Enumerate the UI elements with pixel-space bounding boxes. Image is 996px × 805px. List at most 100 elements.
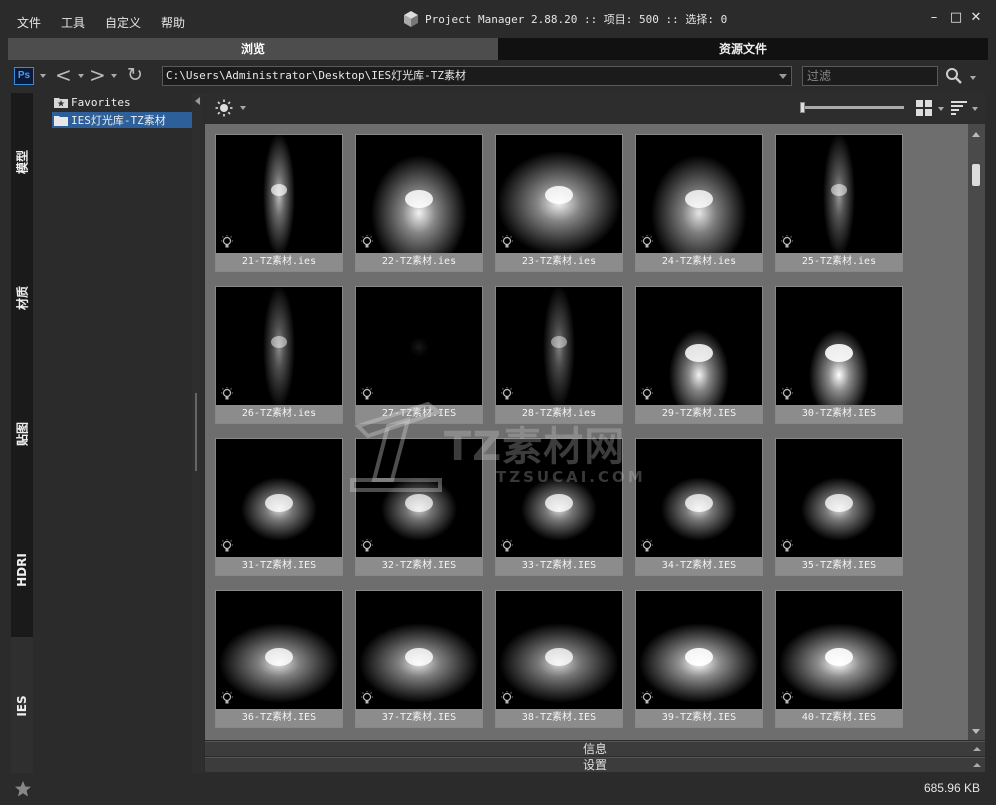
ies-file-tile[interactable]: 40-TZ素材.IES — [775, 590, 903, 728]
ies-file-tile[interactable]: 30-TZ素材.IES — [775, 286, 903, 424]
tile-thumbnail[interactable] — [776, 591, 902, 709]
menu-tools[interactable]: 工具 — [61, 14, 85, 31]
ies-file-tile[interactable]: 34-TZ素材.IES — [635, 438, 763, 576]
sort-icon[interactable] — [951, 101, 967, 115]
panel-splitter[interactable] — [192, 93, 204, 773]
tile-thumbnail[interactable] — [496, 439, 622, 557]
favorite-star-icon[interactable] — [14, 780, 32, 798]
refresh-icon[interactable]: ↻ — [127, 63, 143, 87]
ies-file-tile[interactable]: 32-TZ素材.IES — [355, 438, 483, 576]
ies-light-preview — [801, 477, 877, 541]
ies-file-tile[interactable]: 33-TZ素材.IES — [495, 438, 623, 576]
ies-file-tile[interactable]: 26-TZ素材.ies — [215, 286, 343, 424]
light-hotspot — [685, 190, 713, 208]
ies-file-tile[interactable]: 39-TZ素材.IES — [635, 590, 763, 728]
tile-thumbnail[interactable] — [496, 287, 622, 405]
tile-thumbnail[interactable] — [216, 439, 342, 557]
expand-settings-icon[interactable] — [973, 763, 981, 767]
ies-file-tile[interactable]: 31-TZ素材.IES — [215, 438, 343, 576]
ies-file-tile[interactable]: 25-TZ素材.ies — [775, 134, 903, 272]
scroll-down-icon[interactable] — [972, 729, 980, 734]
back-icon[interactable]: < — [55, 63, 72, 87]
light-hotspot — [271, 184, 287, 196]
tile-thumbnail[interactable] — [636, 135, 762, 253]
settings-panel-header[interactable]: 设置 — [205, 757, 985, 772]
tab-browse[interactable]: 浏览 — [8, 38, 498, 60]
side-tab-textures[interactable]: 贴图 — [11, 365, 33, 505]
light-preview-caret-icon[interactable] — [240, 106, 246, 110]
ies-file-tile[interactable]: 21-TZ素材.ies — [215, 134, 343, 272]
tile-thumbnail[interactable] — [636, 591, 762, 709]
maximize-button[interactable]: □ — [948, 10, 964, 26]
close-button[interactable]: ✕ — [968, 10, 984, 26]
lightbulb-icon — [781, 387, 793, 400]
tile-filename: 35-TZ素材.IES — [776, 557, 902, 575]
ies-file-tile[interactable]: 23-TZ素材.ies — [495, 134, 623, 272]
side-tab-ies[interactable]: IES — [11, 637, 33, 777]
grid-scrollbar[interactable] — [968, 124, 985, 740]
menu-file[interactable]: 文件 — [17, 14, 41, 31]
scroll-up-icon[interactable] — [972, 132, 980, 137]
tile-thumbnail[interactable] — [356, 591, 482, 709]
side-tab-models[interactable]: 模型 — [11, 93, 33, 233]
ies-file-tile[interactable]: 22-TZ素材.ies — [355, 134, 483, 272]
expand-info-icon[interactable] — [973, 747, 981, 751]
tile-thumbnail[interactable] — [356, 287, 482, 405]
tile-thumbnail[interactable] — [216, 591, 342, 709]
ies-file-tile[interactable]: 29-TZ素材.IES — [635, 286, 763, 424]
ies-file-tile[interactable]: 24-TZ素材.ies — [635, 134, 763, 272]
lightbulb-icon — [641, 387, 653, 400]
tile-thumbnail[interactable] — [636, 287, 762, 405]
scrollbar-thumb[interactable] — [972, 164, 980, 186]
tab-resource-files[interactable]: 资源文件 — [498, 38, 988, 60]
search-options-caret-icon[interactable] — [970, 76, 976, 80]
tile-thumbnail[interactable] — [356, 135, 482, 253]
zoom-slider[interactable] — [800, 102, 908, 113]
tile-thumbnail[interactable] — [776, 135, 902, 253]
info-panel-header[interactable]: 信息 — [205, 741, 985, 756]
path-dropdown-icon[interactable] — [779, 74, 787, 79]
side-tab-materials[interactable]: 材质 — [11, 229, 33, 369]
zoom-slider-track[interactable] — [800, 106, 904, 109]
menu-customize[interactable]: 自定义 — [105, 14, 141, 31]
tile-filename: 23-TZ素材.ies — [496, 253, 622, 271]
tile-thumbnail[interactable] — [776, 287, 902, 405]
splitter-grip[interactable] — [195, 393, 197, 471]
ies-file-tile[interactable]: 27-TZ素材.IES — [355, 286, 483, 424]
minimize-button[interactable]: – — [926, 10, 942, 26]
ies-file-tile[interactable]: 28-TZ素材.ies — [495, 286, 623, 424]
tile-thumbnail[interactable] — [496, 591, 622, 709]
zoom-slider-thumb[interactable] — [800, 102, 805, 113]
path-input[interactable]: C:\Users\Administrator\Desktop\IES灯光库-TZ… — [162, 66, 792, 86]
forward-icon[interactable]: > — [89, 63, 106, 87]
ies-file-tile[interactable]: 36-TZ素材.IES — [215, 590, 343, 728]
tree-item-ies-library[interactable]: IES灯光库-TZ素材 — [52, 112, 192, 128]
tile-filename: 30-TZ素材.IES — [776, 405, 902, 423]
lightbulb-icon — [361, 387, 373, 400]
menu-help[interactable]: 帮助 — [161, 14, 185, 31]
filter-input[interactable] — [802, 66, 938, 86]
ies-file-tile[interactable]: 35-TZ素材.IES — [775, 438, 903, 576]
tile-thumbnail[interactable] — [496, 135, 622, 253]
side-tab-hdri[interactable]: HDRI — [11, 501, 33, 641]
back-history-caret-icon[interactable] — [78, 74, 84, 78]
photoshop-icon[interactable]: Ps — [14, 67, 34, 85]
search-icon[interactable] — [945, 67, 963, 85]
ies-file-tile[interactable]: 37-TZ素材.IES — [355, 590, 483, 728]
ies-file-tile[interactable]: 38-TZ素材.IES — [495, 590, 623, 728]
content-toolbar — [205, 93, 985, 123]
tile-thumbnail[interactable] — [216, 287, 342, 405]
tile-thumbnail[interactable] — [776, 439, 902, 557]
ps-dropdown-caret-icon[interactable] — [40, 74, 46, 78]
tile-thumbnail[interactable] — [216, 135, 342, 253]
tile-thumbnail[interactable] — [636, 439, 762, 557]
view-mode-caret-icon[interactable] — [938, 107, 944, 111]
collapse-left-icon[interactable] — [194, 97, 202, 105]
grid-view-icon[interactable] — [916, 100, 932, 116]
tree-item-favorites[interactable]: Favorites — [54, 94, 131, 110]
forward-history-caret-icon[interactable] — [111, 74, 117, 78]
tile-thumbnail[interactable] — [356, 439, 482, 557]
light-preview-icon[interactable] — [215, 99, 233, 117]
cube-icon — [404, 11, 418, 27]
sort-caret-icon[interactable] — [972, 107, 978, 111]
